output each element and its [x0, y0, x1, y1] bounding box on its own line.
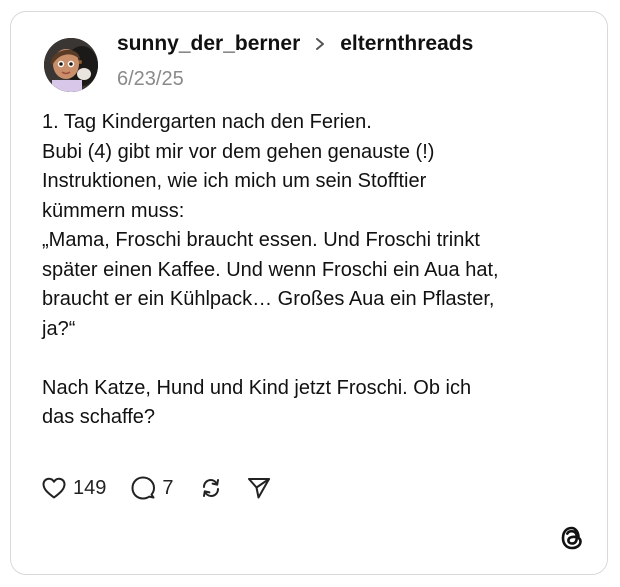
repost-icon [198, 475, 224, 501]
like-button[interactable]: 149 [41, 476, 106, 500]
send-icon [246, 475, 272, 501]
reply-button[interactable]: 7 [130, 475, 174, 501]
comment-icon [130, 475, 156, 501]
avatar-image [44, 38, 98, 92]
like-count: 149 [73, 476, 107, 499]
share-button[interactable] [246, 475, 272, 501]
action-bar: 149 7 [41, 473, 272, 503]
post-body: 1. Tag Kindergarten nach den Ferien. Bub… [42, 111, 499, 428]
post-card: sunny_der_berner elternthreads 6/23/25 1… [10, 11, 608, 575]
community-name[interactable]: elternthreads [340, 32, 473, 56]
author-username[interactable]: sunny_der_berner [117, 32, 300, 56]
repost-button[interactable] [198, 475, 224, 501]
chevron-right-icon [308, 34, 332, 54]
avatar[interactable] [44, 38, 98, 92]
post-date: 6/23/25 [117, 68, 184, 90]
threads-logo-icon[interactable] [559, 524, 585, 552]
heart-icon [41, 476, 67, 500]
post-header: sunny_der_berner elternthreads [117, 32, 473, 56]
reply-count: 7 [162, 476, 174, 499]
